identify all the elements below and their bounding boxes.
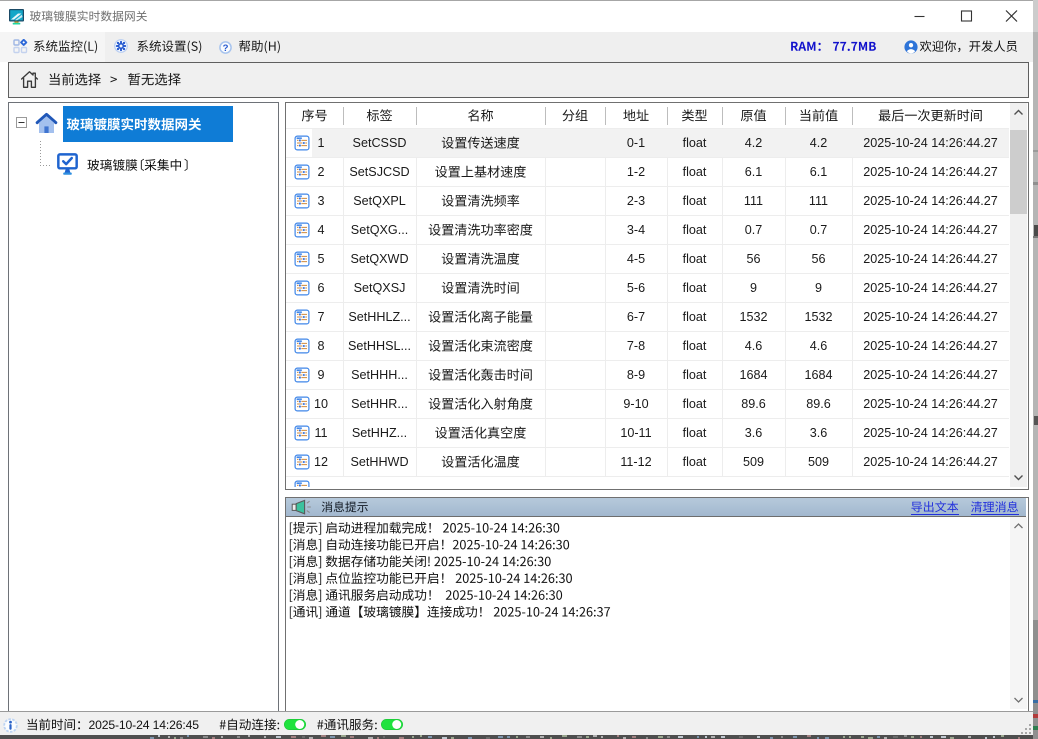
svg-text:?: ? bbox=[222, 42, 228, 53]
